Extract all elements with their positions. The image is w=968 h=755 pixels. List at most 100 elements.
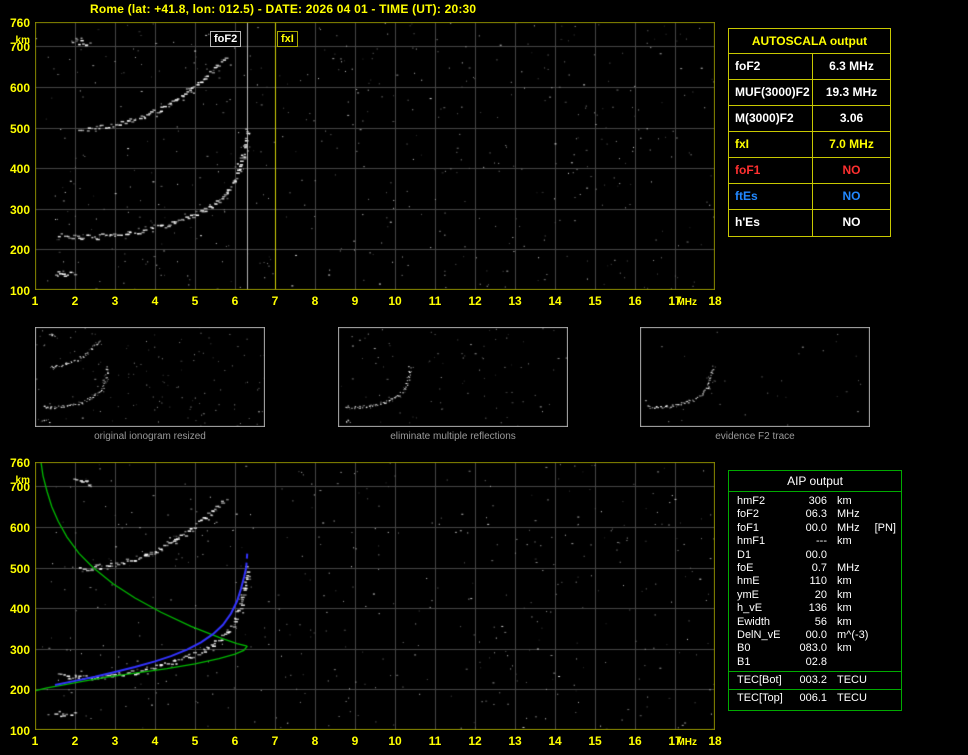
axis-tick-label: 11 xyxy=(428,294,442,308)
processed-ionogram-panel-3 xyxy=(640,327,870,427)
axis-unit-label: km xyxy=(15,35,30,46)
axis-tick-label: 200 xyxy=(9,683,30,698)
axis-tick-label: 13 xyxy=(508,294,522,308)
autoscala-param-label: fxI xyxy=(729,132,813,157)
axis-tick-label: 600 xyxy=(9,80,30,95)
aip-row: B1 02.8 xyxy=(729,656,901,669)
axis-tick-label: 1 xyxy=(31,734,39,748)
aip-row: foE 0.7 MHz xyxy=(729,562,901,575)
autoscala-param-value: NO xyxy=(842,215,861,229)
axis-tick-label: 4 xyxy=(151,294,159,308)
ionogram-main-canvas xyxy=(35,22,715,290)
aip-row: D1 00.0 xyxy=(729,549,901,562)
axis-tick-label: 600 xyxy=(9,520,30,535)
axis-tick-label: 3 xyxy=(111,734,119,748)
axis-tick-label: 11 xyxy=(428,734,442,748)
panel-caption: evidence F2 trace xyxy=(715,431,795,442)
autoscala-param-value: 7.0 MHz xyxy=(829,137,874,151)
station-datetime-title: Rome (lat: +41.8, lon: 012.5) - DATE: 20… xyxy=(90,2,477,16)
aip-param-unit: MHz xyxy=(837,561,860,574)
autoscala-param-label: M(3000)F2 xyxy=(729,106,813,131)
aip-table-header: AIP output xyxy=(729,471,901,492)
axis-tick-label: 10 xyxy=(388,294,402,308)
axis-tick-label: 2 xyxy=(71,734,79,748)
profile-plot xyxy=(35,462,715,730)
aip-param-value: 110 xyxy=(809,575,827,588)
autoscala-param-label: ftEs xyxy=(729,184,813,209)
autoscala-row: MUF(3000)F2 19.3 MHz xyxy=(729,80,890,106)
aip-param-value: 56 xyxy=(814,615,827,628)
axis-tick-label: 9 xyxy=(351,734,359,748)
axis-tick-label: 15 xyxy=(588,294,602,308)
axis-tick-label: 400 xyxy=(9,602,30,617)
aip-output-table: AIP output hmF2 306 km foF2 06.3 MHz foF1 00.0 M… xyxy=(728,470,902,711)
aip-param-value: --- xyxy=(816,535,827,548)
autoscala-param-value: NO xyxy=(842,189,861,203)
aip-param-name: DelN_vE xyxy=(737,628,781,641)
axis-tick-label: 6 xyxy=(231,734,239,748)
panel-caption: eliminate multiple reflections xyxy=(390,431,516,442)
aip-param-name: hmE xyxy=(737,575,760,588)
autoscala-param-label: foF2 xyxy=(729,54,813,79)
autoscala-param-label: h'Es xyxy=(729,210,813,236)
aip-param-unit: km xyxy=(837,642,852,655)
aip-param-name: foE xyxy=(737,561,754,574)
aip-param-value: 00.0 xyxy=(805,628,827,641)
axis-tick-label: 200 xyxy=(9,243,30,258)
axis-tick-label: 14 xyxy=(548,734,562,748)
aip-param-unit: MHz xyxy=(837,508,860,521)
axis-tick-label: 9 xyxy=(351,294,359,308)
axis-tick-label: 300 xyxy=(9,202,30,217)
fxi-marker-label: fxI xyxy=(277,31,298,47)
aip-row: foF2 06.3 MHz xyxy=(729,508,901,521)
aip-param-value: 00.0 xyxy=(805,521,827,534)
aip-row: hmF2 306 km xyxy=(729,495,901,508)
autoscala-output-table: AUTOSCALA output foF2 6.3 MHz MUF(3000)F2 1… xyxy=(728,28,891,237)
axis-tick-label: 300 xyxy=(9,642,30,657)
autoscala-row: foF2 6.3 MHz xyxy=(729,54,890,80)
aip-param-value: 0.7 xyxy=(811,561,827,574)
fof2-marker-label: foF2 xyxy=(210,31,242,47)
aip-row: hmF1 --- km xyxy=(729,535,901,548)
aip-param-name: B0 xyxy=(737,642,751,655)
axis-tick-label: 8 xyxy=(311,734,319,748)
aip-param-name: foF1 xyxy=(737,521,760,534)
processed-ionogram-panel-1 xyxy=(35,327,265,427)
aip-param-note: [PN] xyxy=(874,521,896,534)
processed-ionogram-panel-2 xyxy=(338,327,568,427)
aip-row: TEC[Bot] 003.2 TECU xyxy=(729,674,901,687)
autoscala-row: fxI 7.0 MHz xyxy=(729,132,890,158)
autoscala-app-window: Rome (lat: +41.8, lon: 012.5) - DATE: 20… xyxy=(0,0,968,755)
axis-tick-label: 13 xyxy=(508,734,522,748)
axis-tick-label: 7 xyxy=(271,294,279,308)
aip-param-name: foF2 xyxy=(737,508,760,521)
aip-param-unit: TECU xyxy=(837,692,867,705)
aip-param-value: 006.1 xyxy=(799,692,827,705)
axis-tick-label: 760 xyxy=(9,16,30,30)
axis-tick-label: 15 xyxy=(588,734,602,748)
aip-param-value: 083.0 xyxy=(799,642,827,655)
axis-unit-label: MHz xyxy=(676,297,697,308)
aip-param-value: 20 xyxy=(814,588,827,601)
autoscala-param-label: MUF(3000)F2 xyxy=(729,80,813,105)
axis-tick-label: 760 xyxy=(9,456,30,470)
aip-param-unit: km xyxy=(837,602,852,615)
panel-caption: original ionogram resized xyxy=(94,431,206,442)
aip-param-unit: MHz xyxy=(837,521,860,534)
aip-param-unit: km xyxy=(837,495,852,507)
axis-tick-label: 18 xyxy=(708,734,722,748)
ionogram-main-plot: foF2 fxI xyxy=(35,22,715,290)
axis-tick-label: 10 xyxy=(388,734,402,748)
aip-row: TEC[Top] 006.1 TECU xyxy=(729,692,901,705)
aip-param-value: 00.0 xyxy=(805,548,827,561)
autoscala-row: ftEs NO xyxy=(729,184,890,210)
aip-param-value: 306 xyxy=(808,495,827,507)
autoscala-param-value: NO xyxy=(842,163,861,177)
axis-tick-label: 8 xyxy=(311,294,319,308)
axis-tick-label: 500 xyxy=(9,561,30,576)
aip-param-name: hmF1 xyxy=(737,535,766,548)
aip-param-name: h_vE xyxy=(737,602,763,615)
autoscala-row: foF1 NO xyxy=(729,158,890,184)
aip-row: h_vE 136 km xyxy=(729,602,901,615)
axis-tick-label: 400 xyxy=(9,162,30,177)
